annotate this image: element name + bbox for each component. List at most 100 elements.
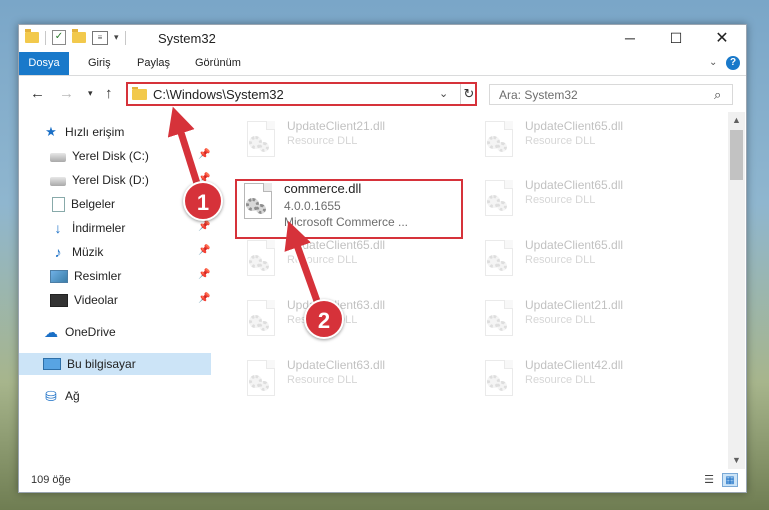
address-dropdown-chevron-icon[interactable]: ⌄ (439, 87, 448, 100)
file-name: UpdateClient21.dll (287, 119, 386, 133)
sidebar-item-label: OneDrive (65, 325, 116, 339)
disk-icon (50, 153, 66, 162)
scroll-down-arrow-icon[interactable]: ▼ (728, 452, 745, 469)
forward-arrow-icon[interactable]: → (59, 85, 74, 102)
file-type: Resource DLL (287, 374, 358, 386)
sidebar-item-local-disk-c[interactable]: Yerel Disk (C:) 📌 (19, 145, 211, 167)
item-count: 109 öğe (31, 474, 71, 486)
star-icon: ★ (45, 124, 57, 139)
documents-icon (52, 196, 65, 212)
cloud-icon: ☁ (44, 324, 58, 340)
search-icon[interactable]: ⌕ (714, 87, 721, 103)
pictures-icon (50, 269, 68, 283)
address-path[interactable]: C:\Windows\System32 (153, 87, 284, 102)
file-tile[interactable]: UpdateClient21.dll Resource DLL (476, 296, 708, 346)
address-bar[interactable]: C:\Windows\System32 ⌄ ↻ (126, 82, 477, 106)
ribbon-tabs: Dosya Giriş Paylaş Görünüm ⌄ ? (19, 52, 746, 76)
quick-access-toolbar: ✓ ≡ ▾ (25, 29, 126, 45)
dll-file-icon (243, 240, 277, 282)
file-tile[interactable]: UpdateClient63.dll Resource DLL (238, 296, 470, 346)
file-version: 4.0.0.1655 (284, 199, 341, 213)
file-type: Resource DLL (525, 374, 596, 386)
tab-giris[interactable]: Giriş (78, 52, 121, 75)
search-placeholder: Ara: System32 (499, 88, 578, 102)
sidebar-item-local-disk-d[interactable]: Yerel Disk (D:) 📌 (19, 169, 211, 191)
sidebar-item-music[interactable]: ♪ Müzik 📌 (19, 241, 211, 263)
file-tile[interactable]: UpdateClient65.dll Resource DLL (238, 236, 470, 286)
navigation-pane: ★ Hızlı erişim Yerel Disk (C:) 📌 Yerel D… (19, 112, 211, 469)
network-icon: ⛁ (45, 388, 57, 404)
file-name: UpdateClient65.dll (525, 178, 624, 192)
search-input[interactable]: Ara: System32 ⌕ (489, 84, 733, 105)
file-tile[interactable]: UpdateClient21.dll Resource DLL (238, 117, 470, 167)
tab-gorunum[interactable]: Görünüm (185, 52, 251, 75)
help-icon[interactable]: ? (726, 56, 740, 70)
sidebar-item-videos[interactable]: Videolar 📌 (19, 289, 211, 311)
file-name: UpdateClient65.dll (287, 238, 386, 252)
pin-icon[interactable]: 📌 (198, 245, 210, 256)
sidebar-item-network[interactable]: ⛁ Ağ (19, 385, 211, 407)
file-type: Resource DLL (287, 254, 358, 266)
sidebar-item-quick-access[interactable]: ★ Hızlı erişim (19, 121, 211, 143)
expand-ribbon-chevron-icon[interactable]: ⌄ (709, 57, 717, 68)
file-type: Resource DLL (525, 194, 596, 206)
tab-dosya[interactable]: Dosya (19, 52, 69, 75)
sidebar-item-label: Bu bilgisayar (67, 357, 136, 371)
sidebar-item-label: Müzik (72, 245, 104, 259)
music-icon: ♪ (54, 244, 62, 260)
file-tile[interactable]: UpdateClient42.dll Resource DLL (476, 356, 708, 406)
pin-icon[interactable]: 📌 (198, 269, 210, 280)
file-name: UpdateClient42.dll (525, 358, 624, 372)
toolbar-divider (45, 30, 46, 45)
dll-file-icon (243, 121, 277, 163)
dll-file-icon (481, 121, 515, 163)
download-icon: ↓ (54, 220, 62, 236)
file-tile[interactable]: UpdateClient65.dll Resource DLL (476, 236, 708, 286)
folder-icon[interactable] (25, 29, 39, 43)
properties-check-icon[interactable]: ✓ (52, 30, 66, 45)
file-tile-commerce-dll[interactable]: commerce.dll 4.0.0.1655 Microsoft Commer… (235, 179, 463, 239)
details-view-icon[interactable]: ☰ (701, 473, 717, 487)
pin-icon[interactable]: 📌 (198, 221, 210, 232)
tiles-view-icon[interactable]: ▦ (722, 473, 738, 487)
minimize-button[interactable]: ─ (607, 25, 653, 52)
sidebar-item-onedrive[interactable]: ☁ OneDrive (19, 321, 211, 343)
back-arrow-icon[interactable]: ← (30, 85, 45, 102)
sidebar-item-this-pc[interactable]: Bu bilgisayar (19, 353, 211, 375)
sidebar-item-label: Yerel Disk (D:) (72, 173, 149, 187)
properties-icon[interactable]: ≡ (92, 30, 108, 45)
scroll-up-arrow-icon[interactable]: ▲ (728, 112, 745, 129)
step-1-badge: 1 (183, 181, 223, 221)
sidebar-item-downloads[interactable]: ↓ İndirmeler 📌 (19, 217, 211, 239)
step-2-badge: 2 (304, 299, 344, 339)
file-list: UpdateClient21.dll Resource DLL UpdateCl… (219, 112, 727, 469)
close-button[interactable]: ✕ (699, 25, 745, 52)
pin-icon[interactable]: 📌 (198, 149, 210, 160)
file-name: UpdateClient65.dll (525, 119, 624, 133)
maximize-button[interactable]: ☐ (653, 25, 699, 52)
tab-paylas[interactable]: Paylaş (127, 52, 180, 75)
file-tile[interactable]: UpdateClient65.dll Resource DLL (476, 117, 708, 167)
sidebar-item-documents[interactable]: Belgeler 📌 (19, 193, 211, 215)
dll-file-icon (481, 240, 515, 282)
new-folder-icon[interactable] (72, 29, 86, 43)
sidebar-item-pictures[interactable]: Resimler 📌 (19, 265, 211, 287)
vertical-scrollbar[interactable]: ▲ ▼ (728, 112, 745, 469)
file-tile[interactable]: UpdateClient65.dll Resource DLL (476, 176, 708, 226)
file-name: UpdateClient63.dll (287, 358, 386, 372)
sidebar-item-label: Belgeler (71, 197, 116, 211)
refresh-icon[interactable]: ↻ (460, 84, 477, 104)
navigation-bar: ← → ▾ ↑ C:\Windows\System32 ⌄ ↻ Ara: Sys… (19, 76, 746, 112)
file-type: Resource DLL (525, 135, 596, 147)
recent-locations-chevron-icon[interactable]: ▾ (88, 88, 93, 99)
up-arrow-icon[interactable]: ↑ (105, 85, 113, 102)
customize-toolbar-chevron-icon[interactable]: ▾ (114, 32, 119, 43)
sidebar-item-label: Ağ (65, 389, 80, 403)
file-tile[interactable]: UpdateClient63.dll Resource DLL (238, 356, 470, 406)
disk-icon (50, 177, 66, 186)
status-bar: 109 öğe ☰ ▦ (19, 469, 746, 492)
dll-file-icon (243, 360, 277, 402)
file-name: UpdateClient21.dll (525, 298, 624, 312)
pin-icon[interactable]: 📌 (198, 293, 210, 304)
scroll-thumb[interactable] (730, 130, 743, 180)
